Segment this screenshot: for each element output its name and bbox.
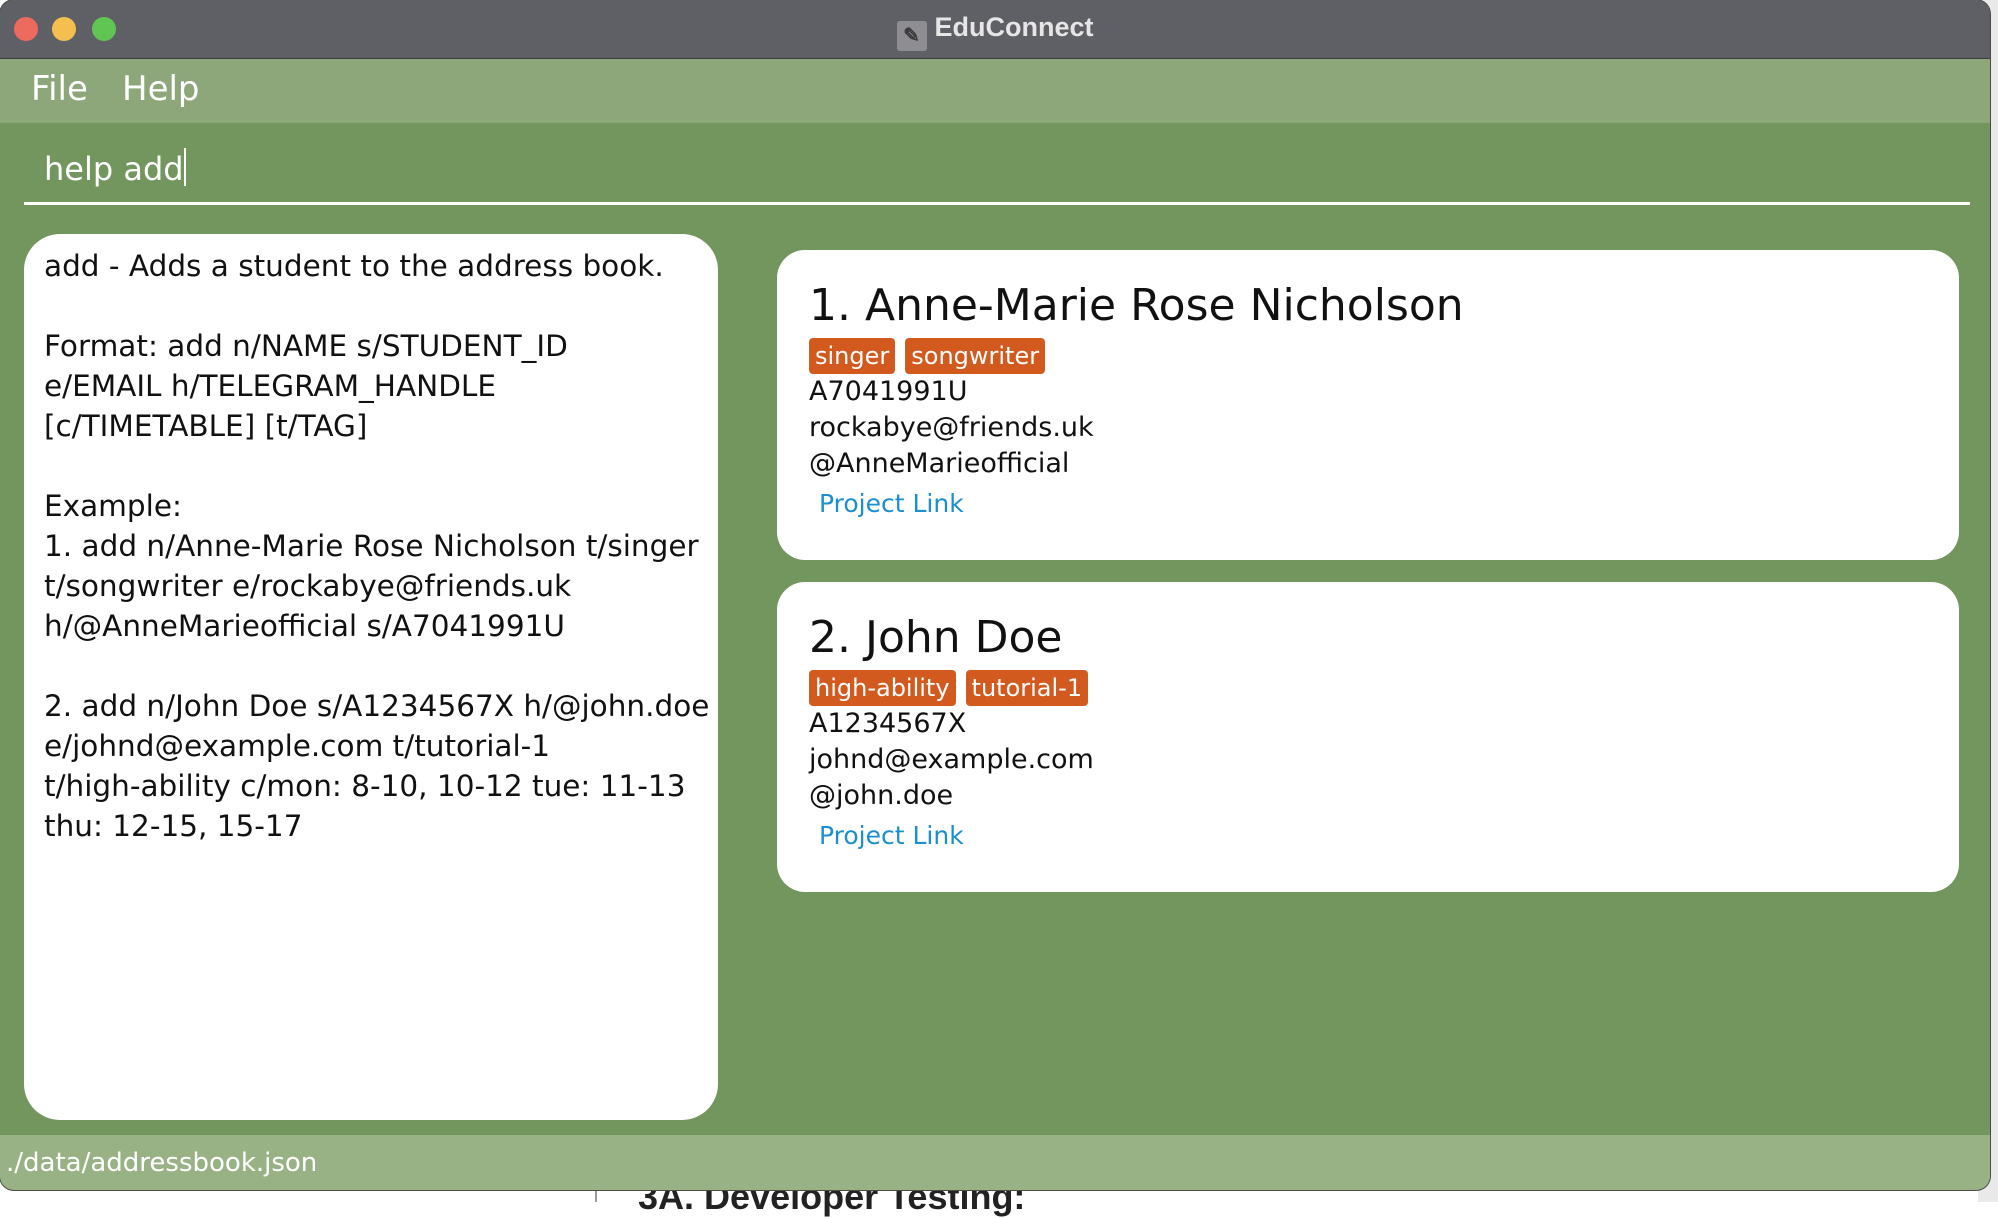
command-input[interactable]: help add (44, 148, 186, 188)
window-title-area: ✎ EduConnect (0, 12, 1990, 51)
student-email: johnd@example.com (809, 744, 1094, 775)
student-id: A7041991U (809, 376, 968, 407)
student-name: 1. Anne-Marie Rose Nicholson (809, 280, 1464, 331)
student-telegram: @AnneMarieofficial (809, 448, 1070, 479)
app-icon: ✎ (896, 21, 927, 51)
tag: tutorial-1 (965, 670, 1089, 706)
title-bar: ✎ EduConnect (0, 0, 1990, 59)
student-card[interactable]: 2. John Doe high-ability tutorial-1 A1234… (777, 582, 1959, 892)
project-link[interactable]: Project Link (819, 821, 964, 850)
tag: singer (809, 338, 896, 374)
app-window: ✎ EduConnect File Help help add add - Add… (0, 0, 1990, 1190)
command-box[interactable]: help add (24, 134, 1970, 205)
window-title: EduConnect (934, 12, 1094, 42)
tag: high-ability (809, 670, 956, 706)
menu-file[interactable]: File (31, 69, 88, 109)
command-input-value: help add (44, 150, 184, 188)
menu-help[interactable]: Help (122, 69, 200, 109)
project-link[interactable]: Project Link (819, 489, 964, 518)
data-file-path: ./data/addressbook.json (6, 1148, 318, 1178)
text-caret (183, 148, 186, 186)
student-email: rockabye@friends.uk (809, 412, 1094, 443)
result-display: add - Adds a student to the address book… (24, 234, 718, 1120)
tag: songwriter (905, 338, 1046, 374)
tag-list: singer songwriter (809, 338, 1055, 374)
result-text: add - Adds a student to the address book… (44, 249, 710, 843)
tag-list: high-ability tutorial-1 (809, 670, 1098, 706)
menu-bar: File Help (0, 59, 1990, 123)
student-card[interactable]: 1. Anne-Marie Rose Nicholson singer songw… (777, 250, 1959, 560)
student-name: 2. John Doe (809, 612, 1063, 663)
student-telegram: @john.doe (809, 780, 954, 811)
student-id: A1234567X (809, 708, 967, 739)
status-bar: ./data/addressbook.json (0, 1135, 1990, 1190)
